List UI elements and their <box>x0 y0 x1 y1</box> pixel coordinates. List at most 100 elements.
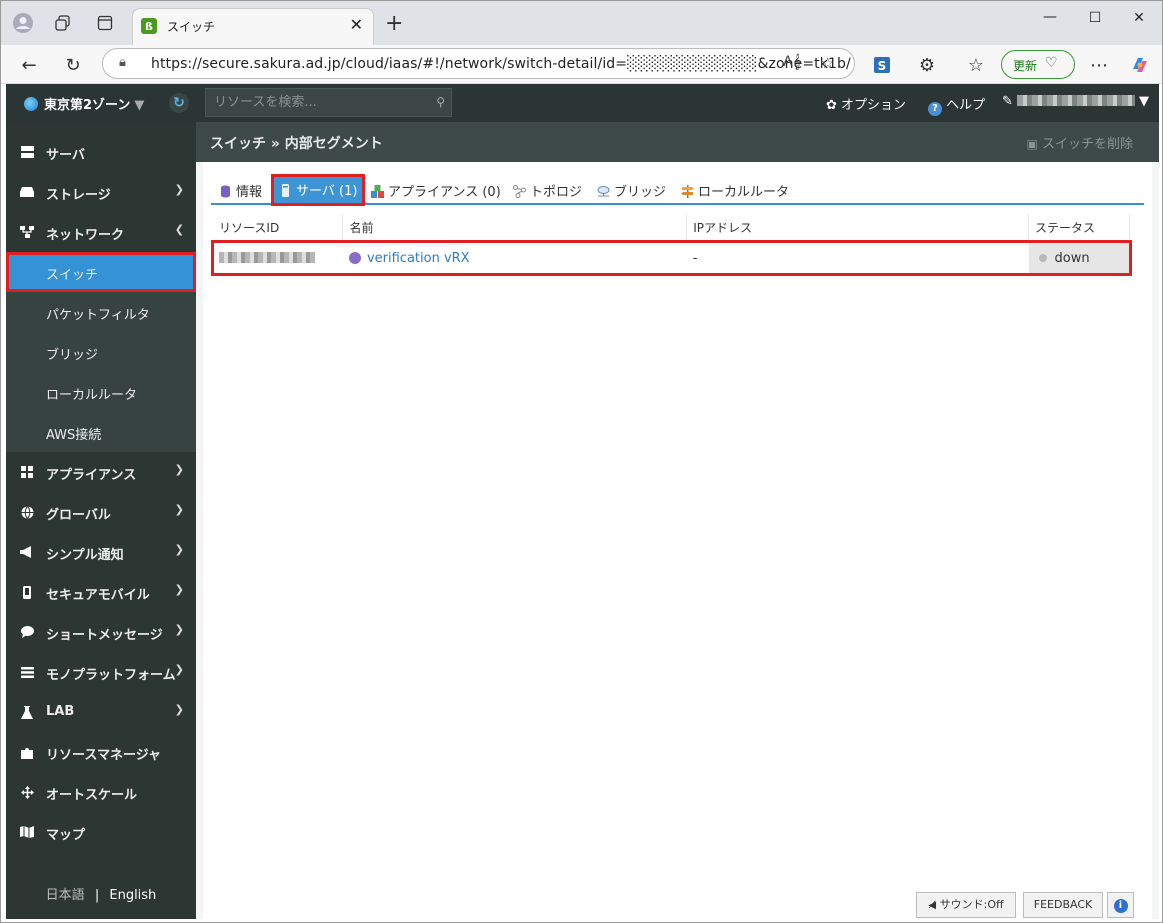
tab-label: トポロジ <box>530 185 583 200</box>
sidebar-subitem-packet-filter[interactable]: パケットフィルタ <box>6 292 196 332</box>
sidebar-item-storage[interactable]: ストレージ ❯ <box>6 172 196 212</box>
delete-switch-label: スイッチを削除 <box>1041 137 1133 152</box>
back-icon[interactable]: ← <box>16 52 42 78</box>
table-header-row: リソースID 名前 IPアドレス ステータス <box>213 214 1130 243</box>
topology-icon <box>513 185 526 198</box>
help-label: ヘルプ <box>946 98 986 113</box>
tab-label: 情報 <box>236 185 263 200</box>
maximize-icon[interactable]: ☐ <box>1081 10 1109 26</box>
help-icon: ? <box>928 102 942 116</box>
address-bar[interactable]: 🔒︎ https://secure.sakura.ad.jp/cloud/iaa… <box>102 48 855 79</box>
tab-label: アプライアンス (0) <box>388 185 501 200</box>
sidebar-item-map[interactable]: マップ <box>6 812 196 852</box>
resource-id-cell <box>213 242 343 275</box>
resource-search: ⚲ <box>205 88 452 117</box>
lang-ja-link[interactable]: 日本語 <box>46 888 85 903</box>
favorite-star-icon[interactable]: ☆ <box>821 54 834 72</box>
language-switcher: 日本語 | English <box>6 884 196 903</box>
sidebar-item-network[interactable]: ネットワーク ❮ <box>6 212 196 252</box>
sidebar-item-autoscale[interactable]: オートスケール <box>6 772 196 812</box>
options-label: オプション <box>841 98 907 113</box>
chevron-down-icon: ❯ <box>174 463 184 476</box>
sound-toggle-button[interactable]: ◀̸ サウンド:Off <box>916 892 1016 918</box>
sidebar-item-secure-mobile[interactable]: セキュアモバイル ❯ <box>6 572 196 612</box>
column-header-name[interactable]: 名前 <box>342 214 688 243</box>
chevron-down-icon: ❯ <box>174 623 184 636</box>
list-icon <box>20 665 34 679</box>
close-tab-icon[interactable]: ✕ <box>350 15 363 34</box>
zone-selector[interactable]: 東京第2ゾーン ▼ <box>24 94 144 113</box>
flask-icon <box>20 705 34 719</box>
database-icon <box>221 185 230 198</box>
copilot-icon[interactable] <box>1127 52 1153 78</box>
column-header-status[interactable]: ステータス <box>1028 214 1130 243</box>
search-icon[interactable]: ⚲ <box>436 95 445 109</box>
dropdown-caret-icon: ▼ <box>134 98 145 113</box>
sidebar-subitem-bridge[interactable]: ブリッジ <box>6 332 196 372</box>
chevron-up-icon: ❮ <box>174 223 184 236</box>
globe-icon <box>24 97 38 111</box>
tab-appliance[interactable]: アプライアンス (0) <box>371 181 501 200</box>
extensions-puzzle-icon[interactable]: ⚙︎ <box>914 52 940 78</box>
minimize-icon[interactable]: — <box>1036 9 1064 25</box>
extension-s-icon[interactable]: S <box>869 52 895 78</box>
help-menu[interactable]: ? ヘルプ <box>928 94 985 116</box>
vertical-tabs-icon[interactable] <box>93 11 117 35</box>
sidebar-subitem-switch[interactable]: スイッチ <box>6 252 196 292</box>
server-name-link[interactable]: verification vRX <box>367 251 470 266</box>
refresh-icon[interactable]: ↻ <box>169 93 189 113</box>
detail-panel: 情報 サーバ (1) アプライアンス (0) トポロジ ブリッジ ローカルルータ <box>203 162 1152 919</box>
read-aloud-icon[interactable]: A𝄞 <box>783 54 801 70</box>
tab-bridge[interactable]: ブリッジ <box>597 181 666 200</box>
server-icon <box>20 145 34 159</box>
svg-text:S: S <box>878 59 887 73</box>
sidebar-item-mono-platform[interactable]: モノプラットフォーム ❯ <box>6 652 196 692</box>
chevron-down-icon: ❯ <box>174 503 184 516</box>
tab-servers[interactable]: サーバ (1) <box>270 174 366 206</box>
reload-icon[interactable]: ↻ <box>60 52 86 78</box>
server-icon <box>282 184 289 197</box>
puzzle-icon <box>20 745 34 759</box>
tab-info[interactable]: 情報 <box>219 181 262 200</box>
signpost-icon <box>681 185 694 198</box>
table-row[interactable]: verification vRX - down <box>211 240 1132 276</box>
tab-topology[interactable]: トポロジ <box>513 181 582 200</box>
server-table: リソースID 名前 IPアドレス ステータス verification vRX … <box>211 214 1132 276</box>
user-menu[interactable]: ✎ ▼ <box>1002 94 1149 109</box>
workspaces-icon[interactable] <box>51 11 75 35</box>
feedback-button[interactable]: FEEDBACK <box>1023 892 1103 918</box>
server-status-icon <box>348 251 361 264</box>
column-header-ip[interactable]: IPアドレス <box>686 214 1030 243</box>
favorites-icon[interactable]: ☆ <box>963 52 989 78</box>
options-menu[interactable]: ✿ オプション <box>826 94 906 113</box>
sidebar-item-label: LAB <box>46 704 75 719</box>
info-button[interactable]: i <box>1107 892 1134 918</box>
sidebar-item-resource-manager[interactable]: リソースマネージャ <box>6 732 196 772</box>
sidebar-item-server[interactable]: サーバ <box>6 132 196 172</box>
tab-local-router[interactable]: ローカルルータ <box>681 181 789 200</box>
mobile-icon <box>20 585 34 599</box>
close-window-icon[interactable]: ✕ <box>1125 10 1153 26</box>
sidebar-item-appliance[interactable]: アプライアンス ❯ <box>6 452 196 492</box>
sidebar-item-global[interactable]: グローバル ❯ <box>6 492 196 532</box>
status-text: down <box>1054 250 1090 266</box>
sidebar-subitem-local-router[interactable]: ローカルルータ <box>6 372 196 412</box>
column-header-resource-id[interactable]: リソースID <box>213 214 344 243</box>
new-tab-icon[interactable]: + <box>385 11 403 36</box>
delete-icon: ▣ <box>1026 137 1038 151</box>
more-menu-icon[interactable]: ⋯ <box>1086 52 1112 78</box>
sidebar-item-label: モノプラットフォーム <box>46 668 176 683</box>
sidebar-item-short-message[interactable]: ショートメッセージ ❯ <box>6 612 196 652</box>
update-button[interactable]: 更新 ♡ <box>1001 50 1075 79</box>
search-input[interactable] <box>206 89 428 116</box>
profile-icon[interactable] <box>11 11 35 35</box>
lang-en-link[interactable]: English <box>109 888 156 903</box>
speech-bubble-icon <box>20 625 34 639</box>
browser-tab[interactable]: ß スイッチ ✕ <box>132 8 374 45</box>
sidebar-subitem-aws-connect[interactable]: AWS接続 <box>6 412 196 452</box>
sidebar-item-lab[interactable]: LAB ❯ <box>6 692 196 732</box>
tab-label: ローカルルータ <box>698 185 790 200</box>
delete-switch-button[interactable]: ▣ スイッチを削除 <box>1027 133 1134 152</box>
sidebar-item-label: ネットワーク <box>46 228 125 243</box>
sidebar-item-simple-notify[interactable]: シンプル通知 ❯ <box>6 532 196 572</box>
